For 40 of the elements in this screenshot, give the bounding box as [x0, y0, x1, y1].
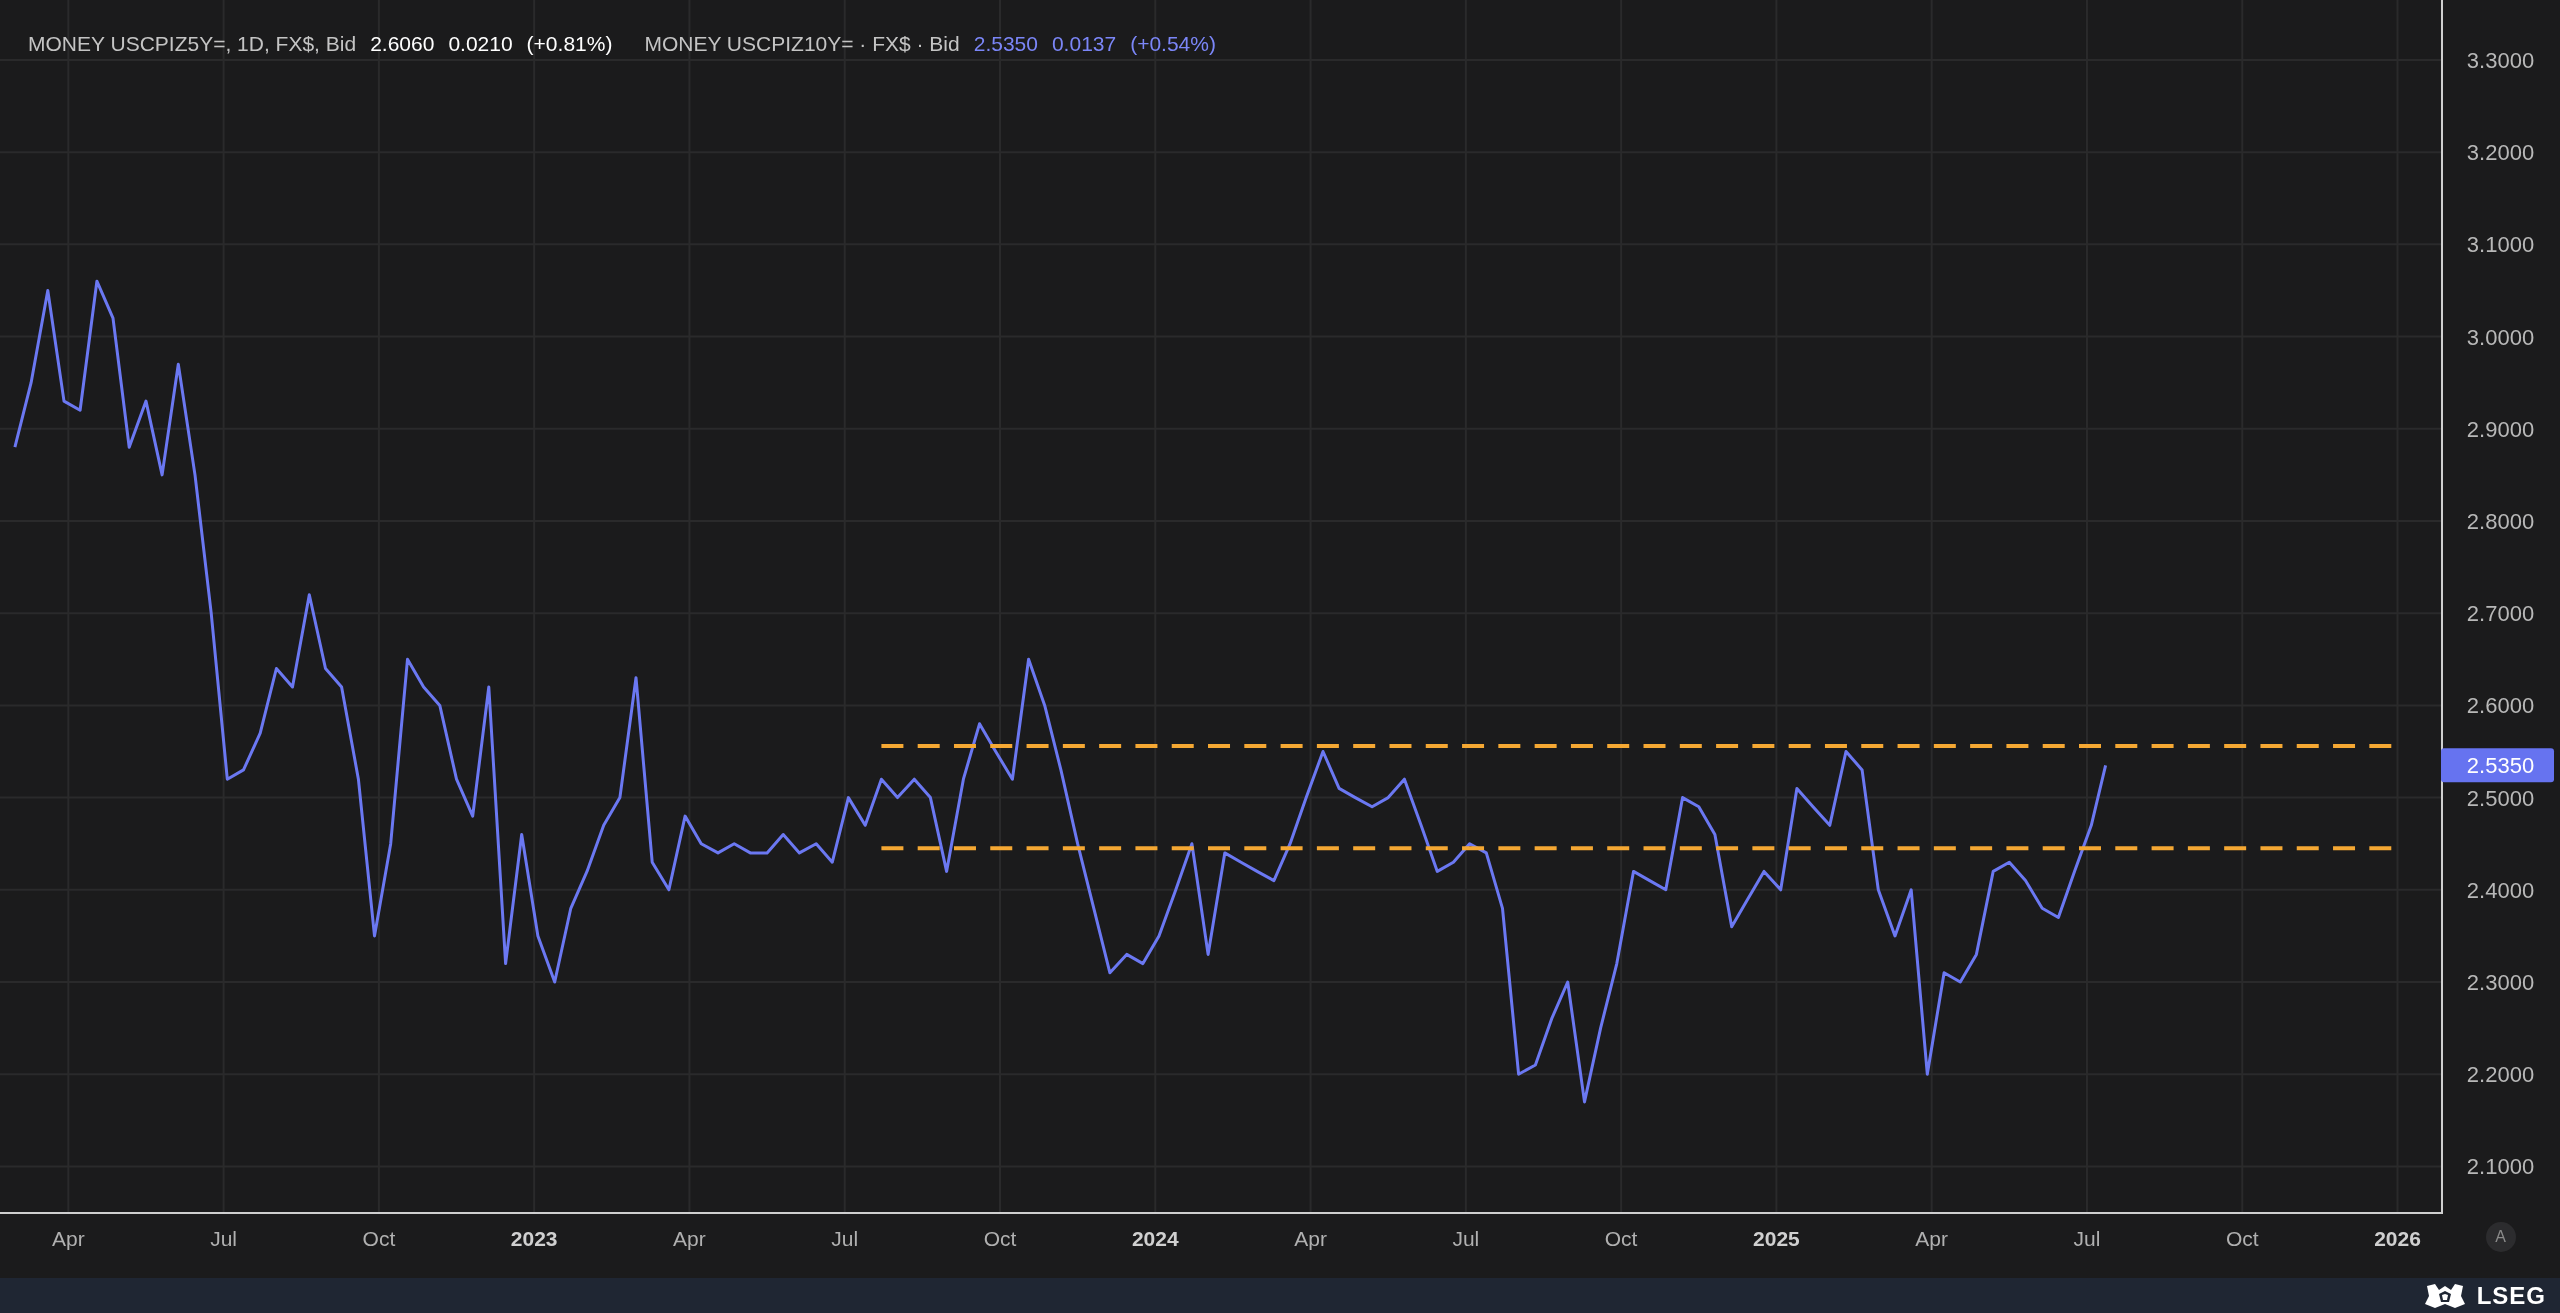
axis-label: 2.9000 — [2466, 416, 2535, 442]
axis-label: 3.0000 — [2466, 324, 2535, 350]
axis-label: Jul — [210, 1227, 238, 1250]
series-value: 2.6060 — [370, 31, 435, 57]
axis-label: 2.7000 — [2466, 601, 2535, 627]
series-change-percent: (+0.54%) — [1130, 31, 1216, 57]
axis-label: Apr — [673, 1227, 706, 1250]
axis-label: 2.2000 — [2466, 1062, 2535, 1088]
axis-label: 2.6000 — [2466, 693, 2535, 719]
axis-label: 2026 — [2374, 1227, 2421, 1250]
axis-label: 3.2000 — [2466, 140, 2535, 166]
axis-label: 2.5000 — [2466, 785, 2535, 811]
series-change: 0.0210 — [448, 31, 513, 57]
axis-label: Oct — [1604, 1227, 1638, 1250]
brand-logo: LSEG — [2476, 1280, 2546, 1311]
axis-label: Apr — [1915, 1227, 1949, 1250]
axis-label: 2.4000 — [2466, 877, 2535, 903]
axis-label: Apr — [1294, 1227, 1327, 1250]
axis-label: Apr — [52, 1227, 85, 1250]
series-change: 0.0137 — [1051, 31, 1117, 57]
series-label: MONEY USCPIZ10Y= · FX$ · Bid — [644, 31, 960, 57]
axis-label: Jul — [831, 1227, 859, 1250]
series-value: 2.5350 — [973, 31, 1038, 57]
axis-label: 2023 — [510, 1227, 558, 1250]
axis-label: 2025 — [1753, 1227, 1800, 1250]
axis-label: 2024 — [1131, 1227, 1179, 1250]
axis-label: 2.3000 — [2466, 970, 2535, 996]
series-change-percent: (+0.81%) — [526, 31, 613, 57]
axis-label: 3.3000 — [2466, 47, 2535, 73]
price-badge: 2.5350 — [2441, 748, 2554, 783]
axis-label: 3.1000 — [2466, 232, 2535, 258]
axis-label: 2.1000 — [2466, 1154, 2535, 1180]
axis-label: 2.8000 — [2466, 509, 2535, 534]
axis-label: Oct — [983, 1227, 1017, 1250]
axis-label: Oct — [362, 1227, 396, 1250]
axis-label: Jul — [1452, 1227, 1480, 1250]
autoscale-button[interactable]: A — [2485, 1222, 2516, 1252]
series-label: MONEY USCPIZ5Y=, 1D, FX$, Bid — [28, 31, 357, 57]
axis-label: Jul — [2073, 1227, 2101, 1250]
axis-label: Oct — [2225, 1227, 2259, 1250]
